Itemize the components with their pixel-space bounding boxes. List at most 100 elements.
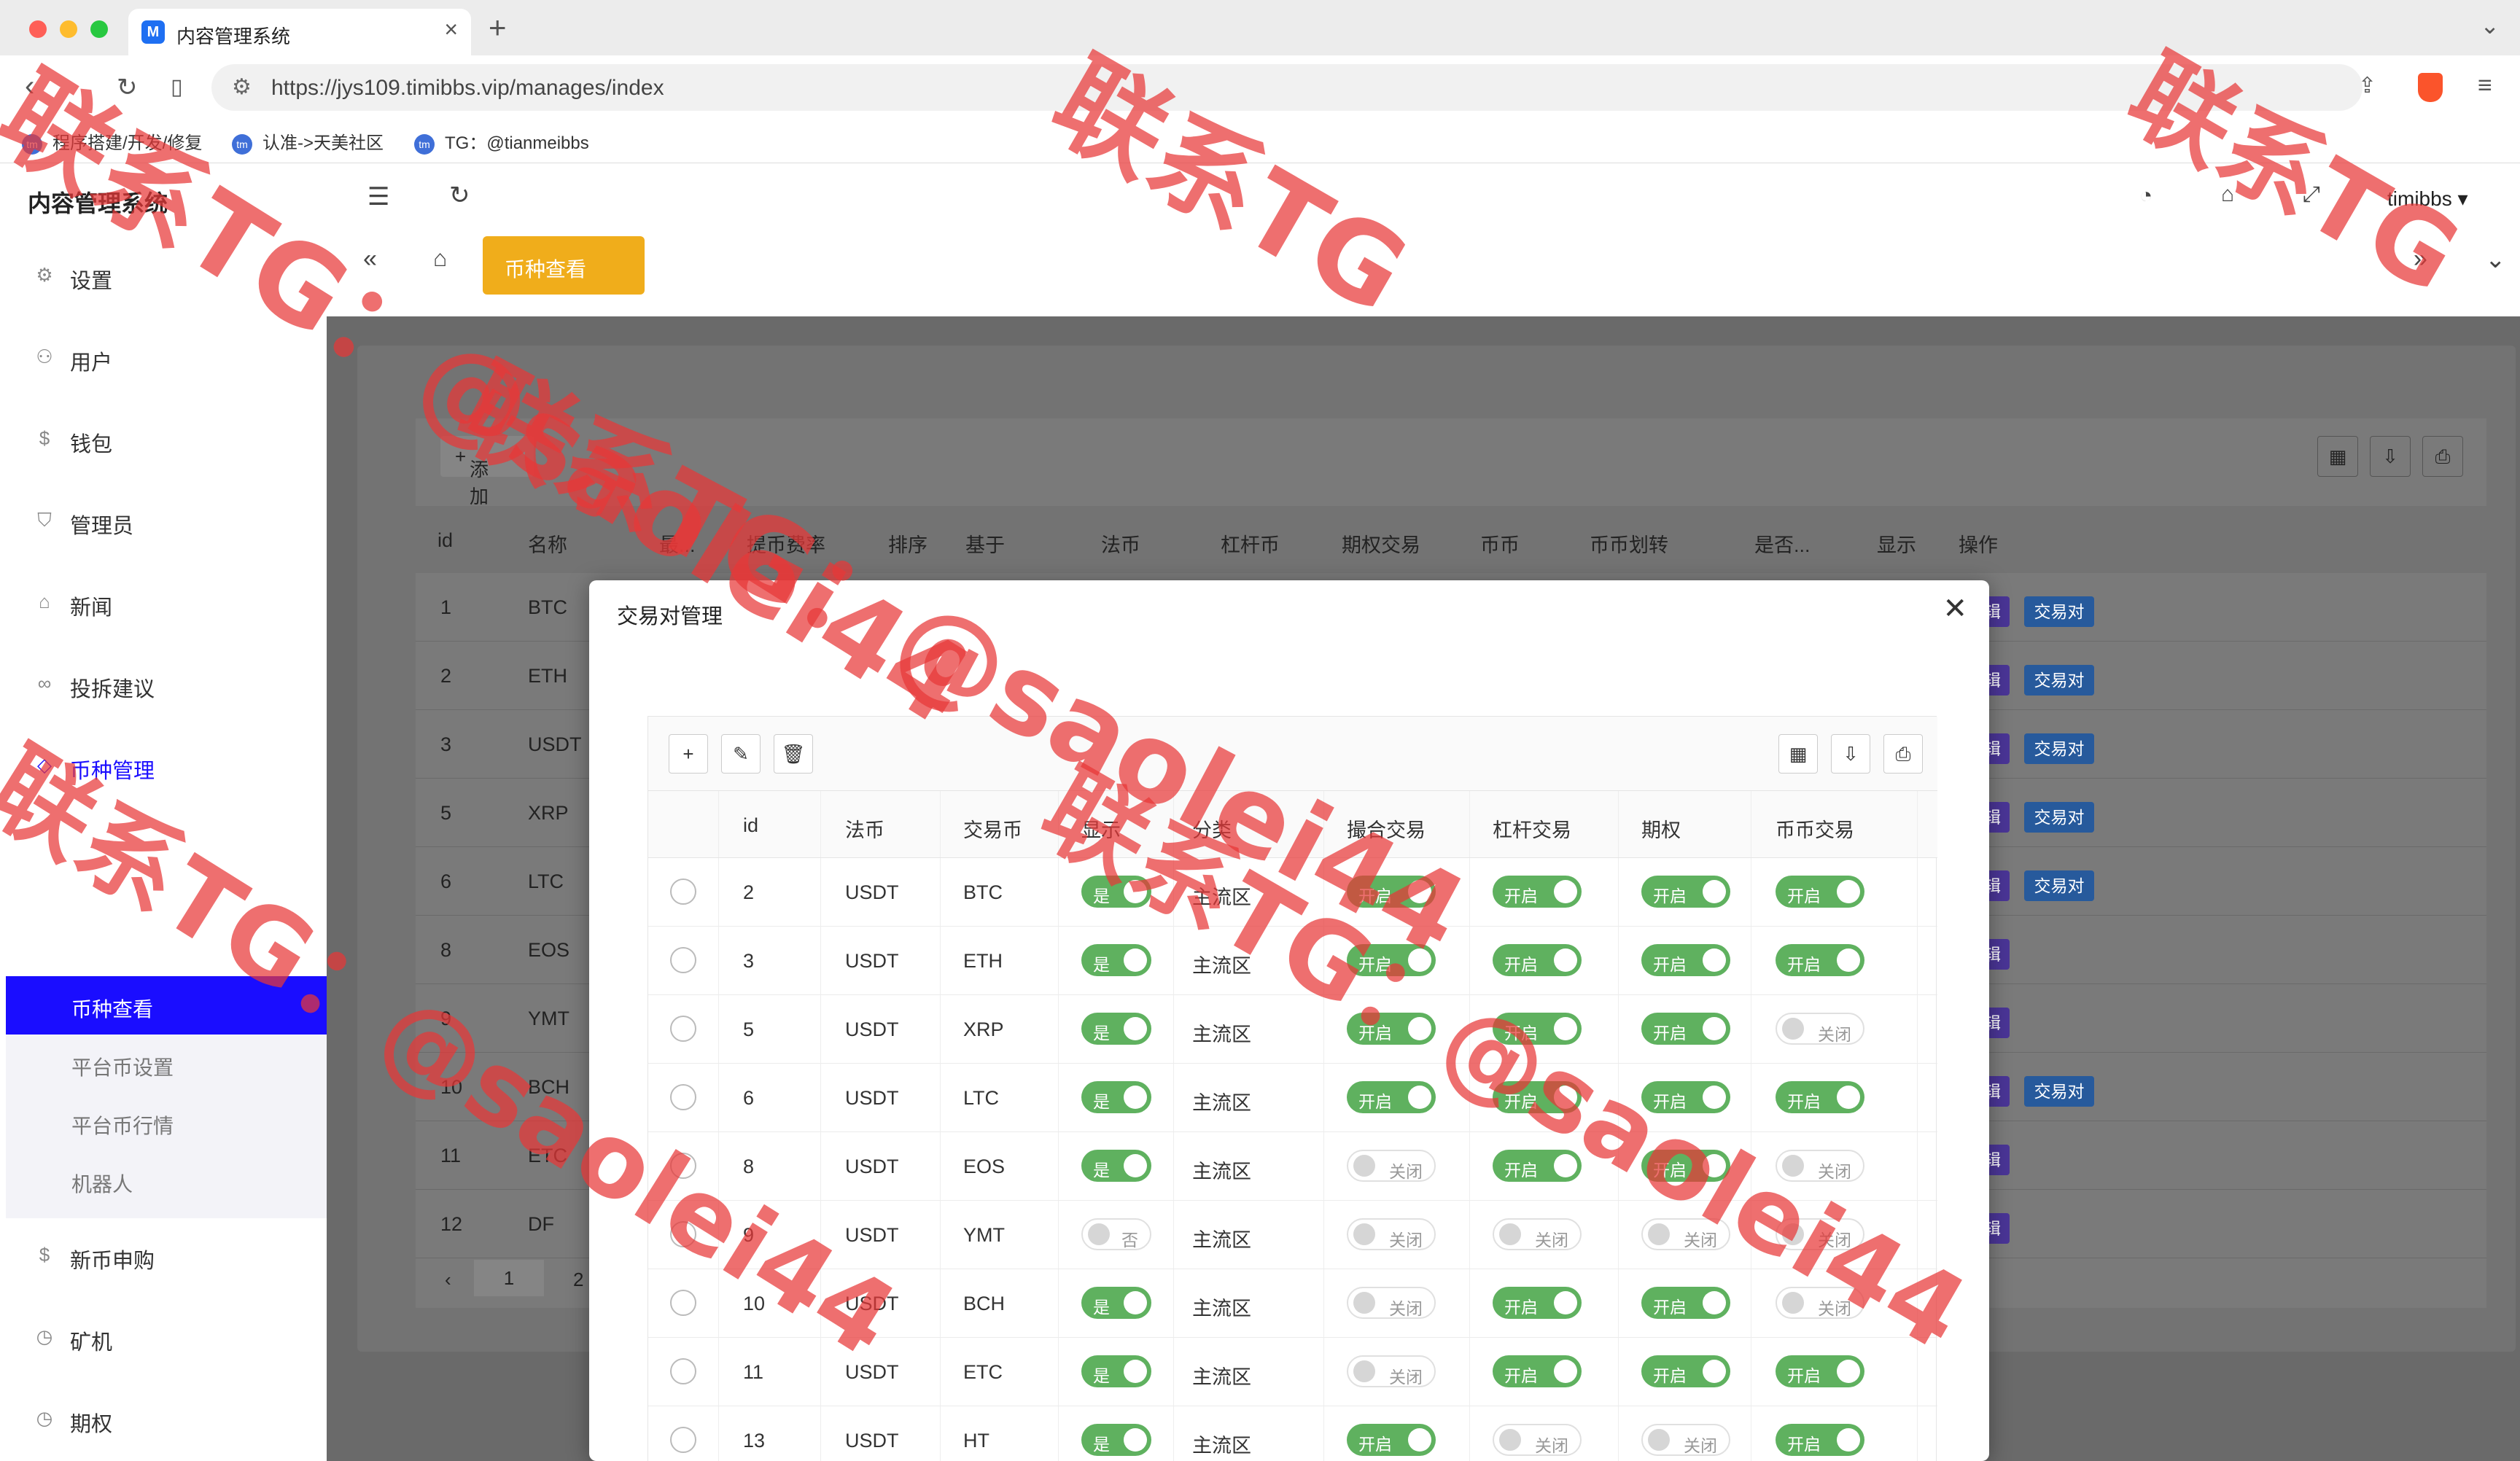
toggle-switch[interactable]: 开启 <box>1493 1355 1582 1387</box>
sidebar-item[interactable]: ⛉ 管理员 <box>0 481 327 563</box>
delete-icon[interactable]: 🗑 <box>774 734 813 774</box>
trading-pair-button[interactable]: 交易对 <box>2024 596 2094 627</box>
column-header[interactable]: 是否... <box>1754 529 1811 558</box>
row-select-radio[interactable] <box>670 947 696 973</box>
brave-shield-icon[interactable] <box>2418 73 2443 102</box>
column-header[interactable]: 名称 <box>528 529 567 558</box>
submenu-item-robot[interactable]: 机器人 <box>6 1151 327 1209</box>
bookmark-item[interactable]: tm 认准->天美社区 <box>232 128 384 155</box>
toggle-switch[interactable]: 开启 <box>1776 944 1864 976</box>
toggle-switch[interactable]: 是 <box>1081 1355 1151 1387</box>
columns-icon[interactable]: ▦ <box>1778 734 1818 774</box>
row-select-radio[interactable] <box>670 1358 696 1384</box>
column-header[interactable]: 币币划转 <box>1590 529 1668 558</box>
theme-palette-icon[interactable]: ◔ <box>2139 184 2152 209</box>
sidebar-item[interactable]: ◷ 矿机 <box>0 1298 327 1379</box>
row-select-radio[interactable] <box>670 878 696 905</box>
columns-icon[interactable]: ▦ <box>2317 436 2358 477</box>
toggle-switch[interactable]: 是 <box>1081 1013 1151 1045</box>
toggle-switch[interactable]: 开启 <box>1641 944 1730 976</box>
submenu-item-platform-coin-settings[interactable]: 平台币设置 <box>6 1035 327 1093</box>
trading-pair-button[interactable]: 交易对 <box>2024 802 2094 833</box>
trading-pair-button[interactable]: 交易对 <box>2024 733 2094 764</box>
submenu-item-platform-coin-market[interactable]: 平台币行情 <box>6 1093 327 1151</box>
browser-tab[interactable]: M 内容管理系统 × <box>128 9 471 55</box>
row-select-radio[interactable] <box>670 1016 696 1042</box>
column-header[interactable]: 杠杆交易 <box>1493 814 1571 843</box>
toggle-switch[interactable]: 是 <box>1081 1150 1151 1182</box>
toggle-switch[interactable]: 开启 <box>1776 1355 1864 1387</box>
modal-close-icon[interactable]: ✕ <box>1942 592 1967 626</box>
tab-list-chevron-icon[interactable]: ⌄ <box>2480 12 2500 39</box>
toggle-switch[interactable]: 是 <box>1081 1081 1151 1113</box>
url-field[interactable]: ⚙ https://jys109.timibbs.vip/manages/ind… <box>211 64 2362 111</box>
toggle-switch[interactable]: 开启 <box>1347 1424 1436 1456</box>
menu-icon[interactable]: ≡ <box>2478 71 2492 100</box>
bookmark-item[interactable]: tm TG：@tianmeibbs <box>414 128 589 155</box>
column-header[interactable]: id <box>743 814 758 837</box>
toggle-switch[interactable]: 是 <box>1081 1287 1151 1319</box>
zoom-window-button[interactable] <box>90 20 108 38</box>
row-select-radio[interactable] <box>670 1290 696 1316</box>
sidebar-item[interactable]: ⌂ 新闻 <box>0 563 327 644</box>
column-header[interactable]: 期权 <box>1641 814 1681 843</box>
site-settings-icon[interactable]: ⚙ <box>232 74 252 100</box>
new-tab-icon[interactable]: + <box>489 10 507 45</box>
column-header[interactable]: 法币 <box>845 814 884 843</box>
toggle-switch[interactable]: 开启 <box>1641 876 1730 908</box>
toggle-switch[interactable]: 关闭 <box>1776 1013 1864 1045</box>
print-icon[interactable]: ⎙ <box>2422 436 2463 477</box>
trading-pair-button[interactable]: 交易对 <box>2024 870 2094 901</box>
tabs-more-chevron-icon[interactable]: ⌄ <box>2485 245 2506 274</box>
sidebar-item[interactable]: $ 新币申购 <box>0 1216 327 1298</box>
column-header[interactable]: 操作 <box>1959 529 1998 558</box>
edit-icon[interactable]: ✎ <box>721 734 761 774</box>
column-header[interactable]: 币币交易 <box>1776 814 1854 843</box>
toggle-switch[interactable]: 开启 <box>1776 1424 1864 1456</box>
column-header[interactable]: 期权交易 <box>1342 529 1420 558</box>
sidebar-item[interactable]: ◷ 期权 <box>0 1379 327 1461</box>
toggle-switch[interactable]: 关闭 <box>1347 1218 1436 1250</box>
sidebar-item[interactable]: $ 钱包 <box>0 400 327 481</box>
collapse-menu-icon[interactable]: ☰ <box>368 182 389 211</box>
column-header[interactable]: 基于 <box>965 529 1005 558</box>
bookmark-icon[interactable]: ▯ <box>171 74 183 100</box>
column-header[interactable]: id <box>438 529 453 552</box>
tab-close-icon[interactable]: × <box>444 16 458 43</box>
toggle-switch[interactable]: 关闭 <box>1347 1287 1436 1319</box>
toggle-switch[interactable]: 开启 <box>1776 1081 1864 1113</box>
close-window-button[interactable] <box>29 20 47 38</box>
tab-coin-view[interactable]: 币种查看 <box>483 236 645 295</box>
share-icon[interactable]: ⇪ <box>2358 73 2376 98</box>
column-header[interactable]: 显示 <box>1877 529 1916 558</box>
refresh-icon[interactable]: ↻ <box>449 181 470 210</box>
toggle-switch[interactable]: 关闭 <box>1493 1424 1582 1456</box>
prev-page-icon[interactable]: ‹ <box>445 1269 451 1291</box>
toggle-switch[interactable]: 开启 <box>1641 1355 1730 1387</box>
toggle-switch[interactable]: 开启 <box>1493 876 1582 908</box>
export-icon[interactable]: ⇩ <box>1831 734 1870 774</box>
export-icon[interactable]: ⇩ <box>2370 436 2411 477</box>
toggle-switch[interactable]: 关闭 <box>1347 1150 1436 1182</box>
page-1[interactable]: 1 <box>474 1260 544 1296</box>
column-header[interactable]: 交易币 <box>963 814 1022 843</box>
toggle-switch[interactable]: 开启 <box>1641 1013 1730 1045</box>
toggle-switch[interactable]: 关闭 <box>1493 1218 1582 1250</box>
toggle-switch[interactable]: 关闭 <box>1347 1355 1436 1387</box>
page-2[interactable]: 2 <box>573 1269 583 1291</box>
add-icon[interactable]: + <box>669 734 708 774</box>
table-row[interactable]: 13 USDT HT 主流区 是 开启 关闭 关闭 开启 <box>648 1406 1937 1461</box>
toggle-switch[interactable]: 关闭 <box>1641 1424 1730 1456</box>
print-icon[interactable]: ⎙ <box>1883 734 1923 774</box>
trading-pair-button[interactable]: 交易对 <box>2024 1076 2094 1107</box>
toggle-switch[interactable]: 开启 <box>1776 876 1864 908</box>
toggle-switch[interactable]: 否 <box>1081 1218 1151 1250</box>
toggle-switch[interactable]: 开启 <box>1641 1287 1730 1319</box>
column-header[interactable]: 杠杆币 <box>1221 529 1280 558</box>
row-select-radio[interactable] <box>670 1427 696 1453</box>
toggle-switch[interactable]: 开启 <box>1493 1287 1582 1319</box>
trading-pair-button[interactable]: 交易对 <box>2024 665 2094 696</box>
toggle-switch[interactable]: 是 <box>1081 1424 1151 1456</box>
column-header[interactable]: 法币 <box>1101 529 1140 558</box>
toggle-switch[interactable]: 是 <box>1081 944 1151 976</box>
